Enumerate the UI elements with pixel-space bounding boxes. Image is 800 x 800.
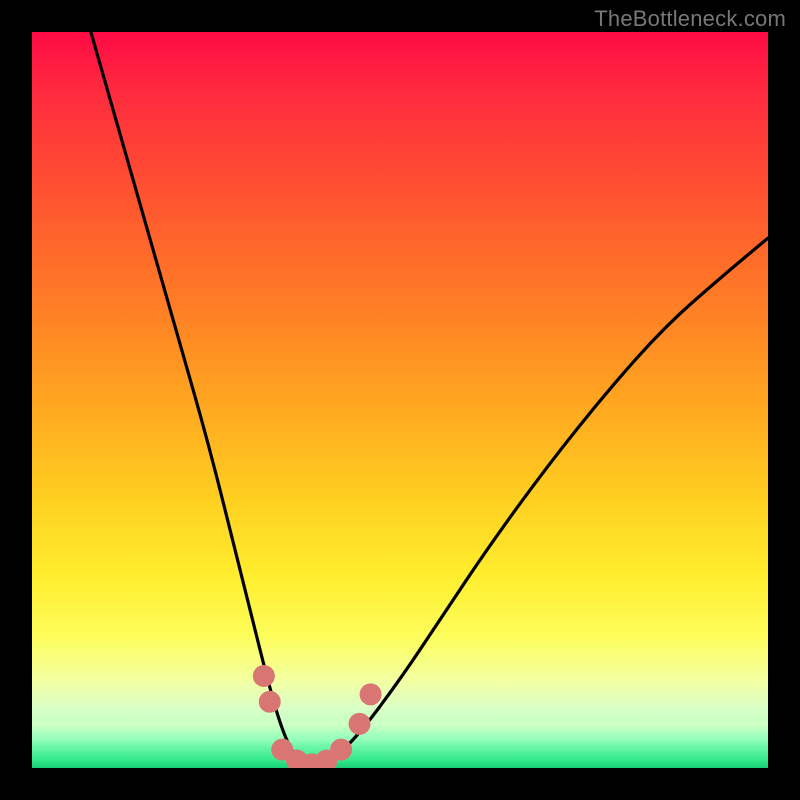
bead-left-upper (253, 665, 275, 687)
bead-left-lower (259, 691, 281, 713)
plot-area (32, 32, 768, 768)
bead-right-lower (349, 713, 371, 735)
bead-right-upper (360, 683, 382, 705)
valley-beads (253, 665, 382, 768)
curve-layer (32, 32, 768, 768)
bottleneck-curve (91, 32, 768, 767)
chart-frame: TheBottleneck.com (0, 0, 800, 800)
watermark-text: TheBottleneck.com (594, 6, 786, 32)
bead-valley-5 (330, 739, 352, 761)
